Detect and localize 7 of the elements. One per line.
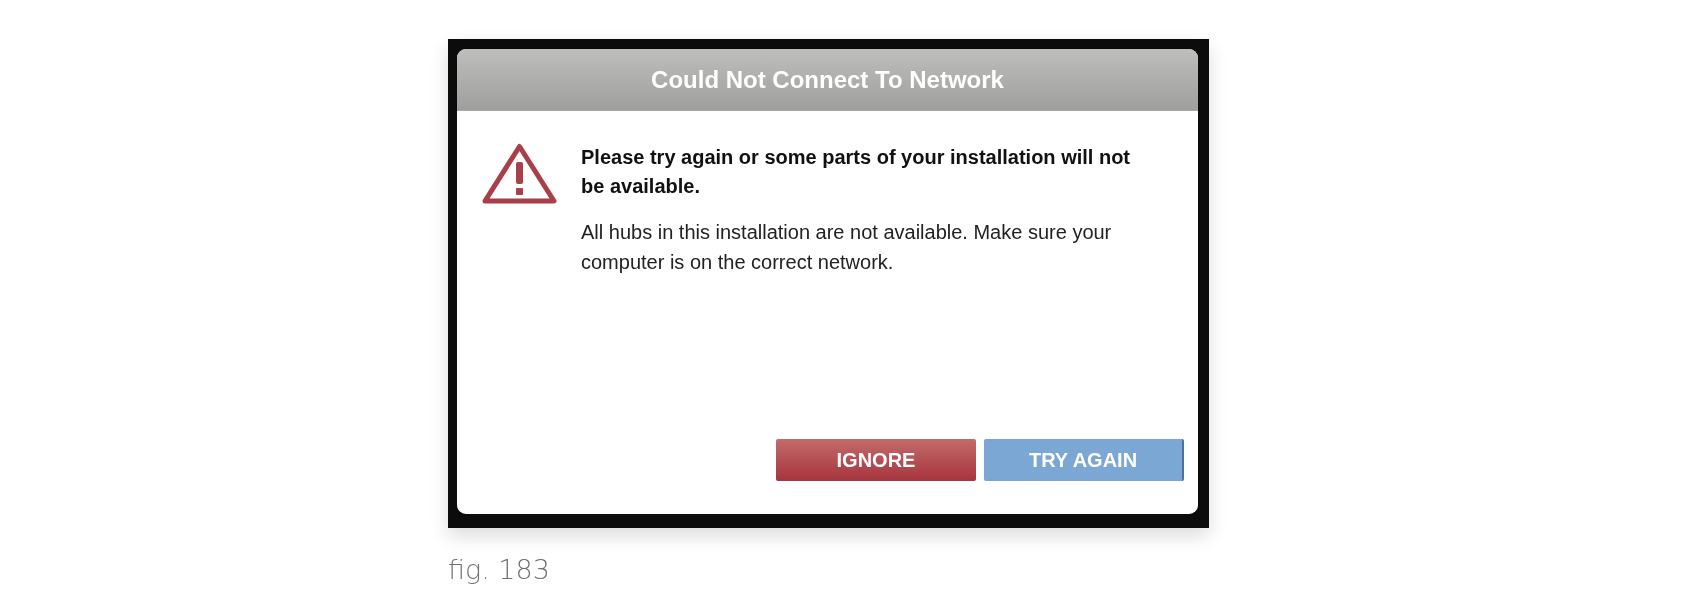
try-again-button[interactable]: TRY AGAIN (984, 439, 1184, 481)
ignore-button[interactable]: IGNORE (776, 439, 976, 481)
warning-icon (482, 143, 557, 204)
dialog-title: Could Not Connect To Network (651, 65, 1004, 94)
figure-caption: fig. 183 (448, 554, 550, 585)
error-heading: Please try again or some parts of your installation will not be available. (581, 145, 1131, 199)
error-message: All hubs in this installation are not available. Make sure your computer is on the correct network. (581, 220, 1113, 275)
